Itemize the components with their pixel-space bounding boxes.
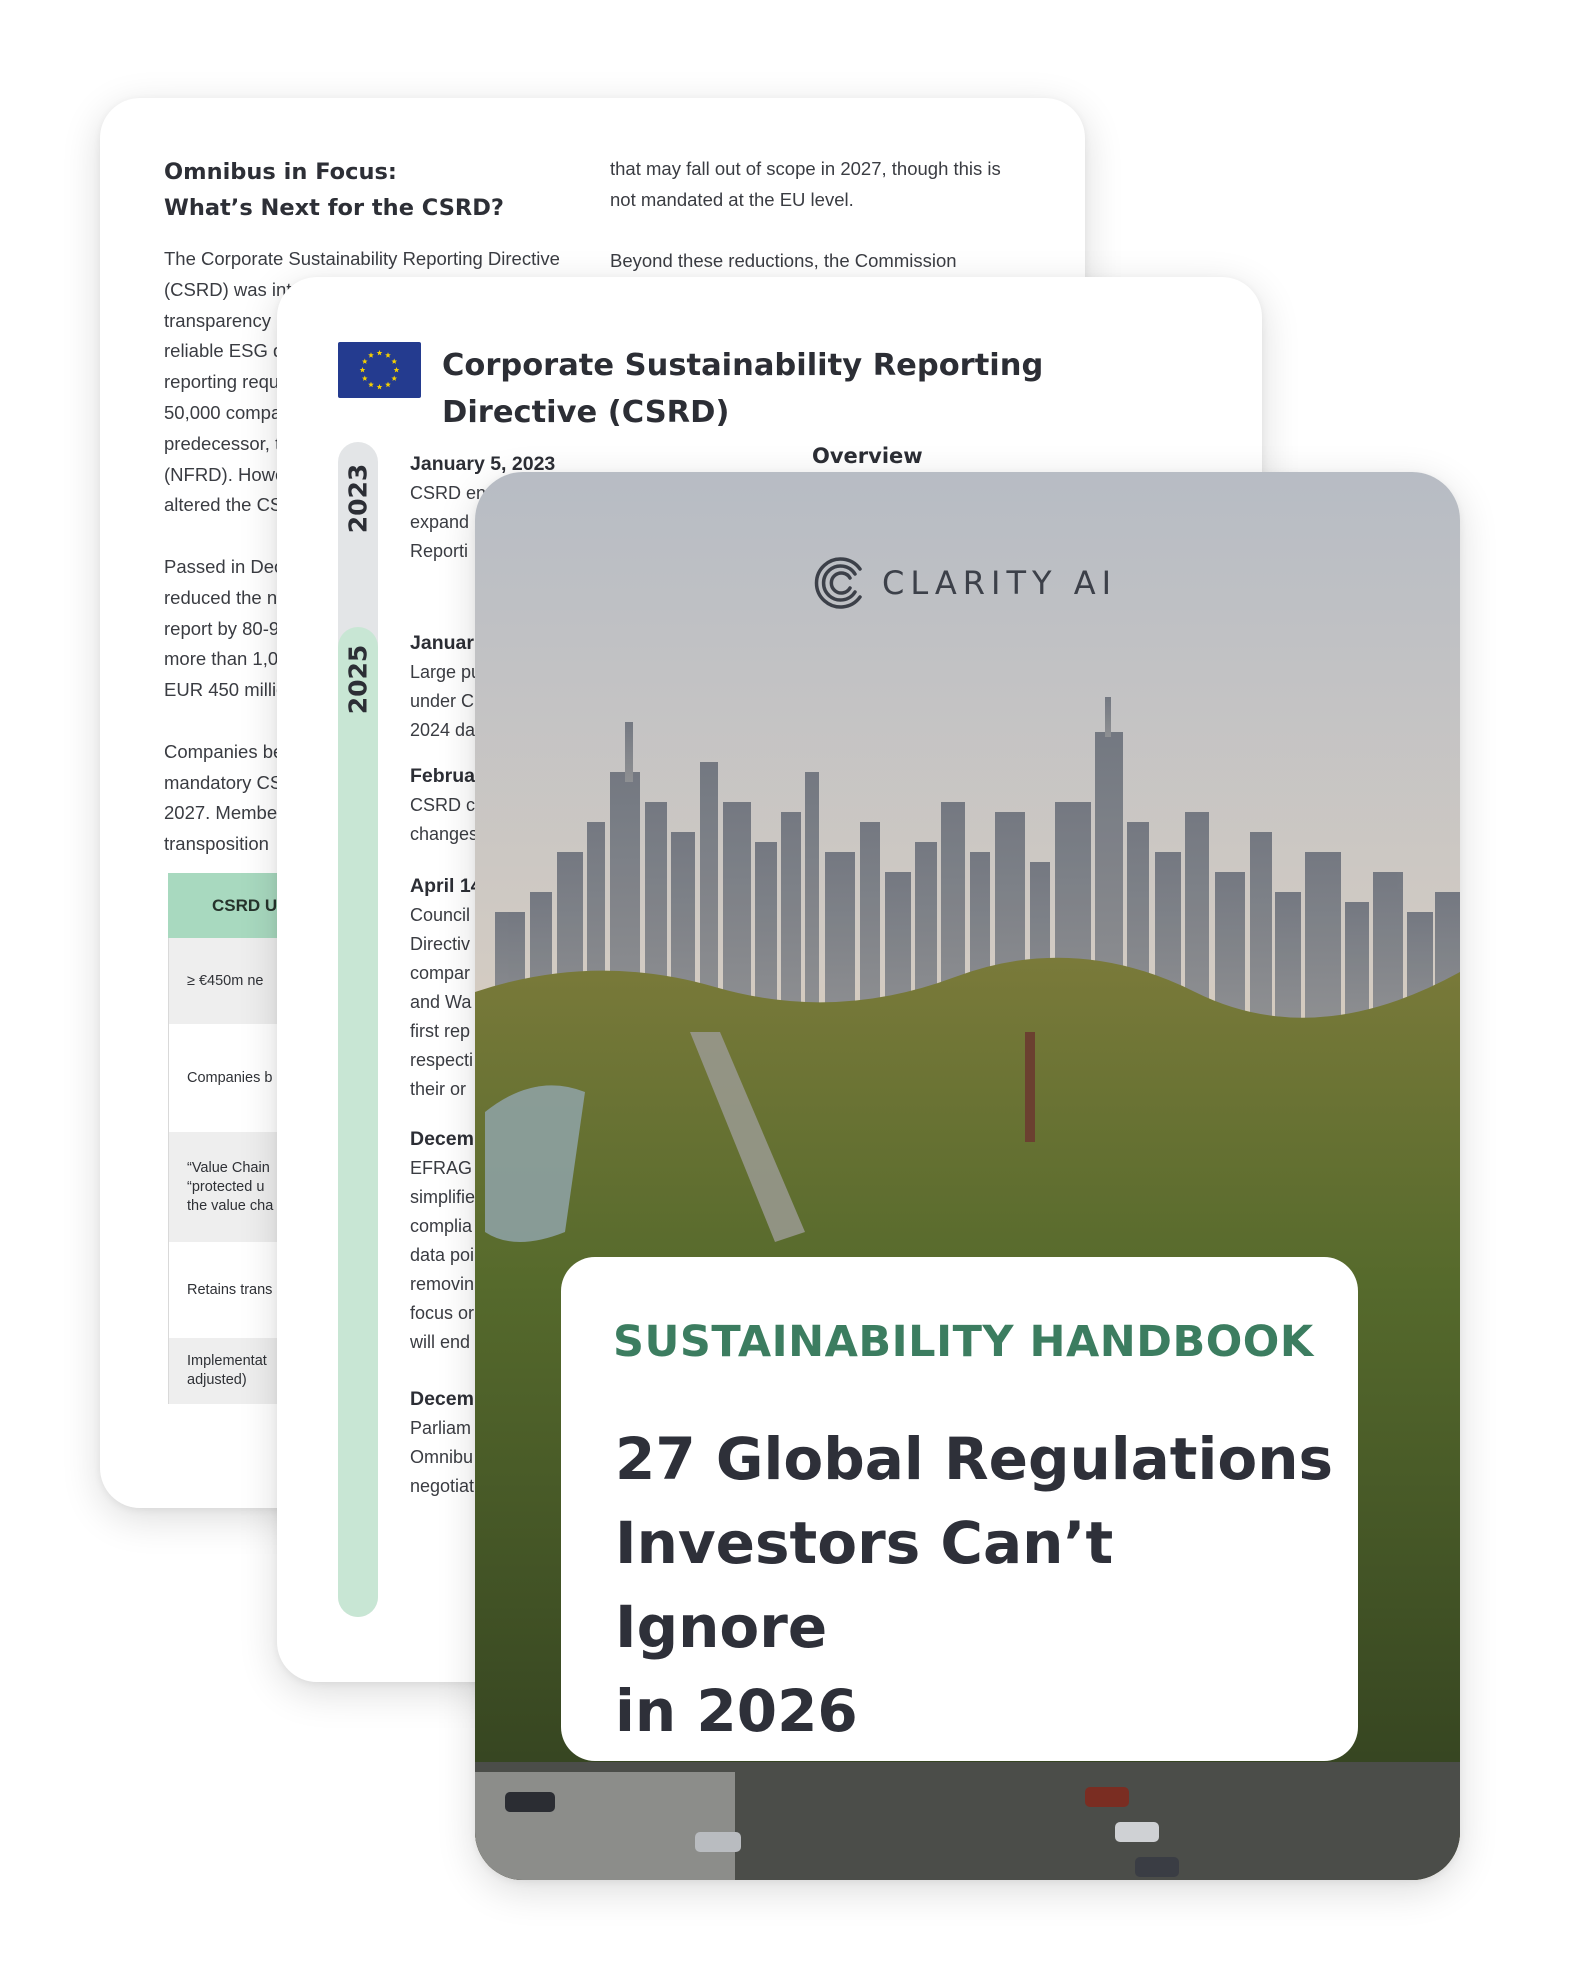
body-line: EUR 450 millic bbox=[164, 679, 286, 701]
timeline-text-line: Parliam bbox=[410, 1418, 472, 1438]
eu-star-icon bbox=[385, 381, 391, 388]
body-line: predecessor, t bbox=[164, 432, 281, 454]
timeline-text-line: Directiv bbox=[410, 934, 471, 954]
cover-title-line-1: 27 Global Regulations bbox=[615, 1425, 1334, 1493]
timeline-text-line: will end bbox=[410, 1332, 471, 1352]
table-cell-line: adjusted) bbox=[187, 1372, 247, 1388]
table-cell: “Value Chain “protected u the value cha bbox=[187, 1159, 273, 1216]
cover-title-line-2: Investors Can’t Ignore bbox=[615, 1509, 1114, 1661]
table-cell-line: “protected u bbox=[187, 1178, 265, 1195]
timeline-text-line: compar bbox=[410, 963, 471, 983]
year-label-2023: 2023 bbox=[343, 463, 373, 533]
body-line: (NFRD). Howe bbox=[164, 463, 286, 485]
body-line: 50,000 compa bbox=[164, 401, 282, 423]
body-line: transparency bbox=[164, 309, 271, 331]
timeline-text-line: removin bbox=[410, 1274, 475, 1294]
body-line: altered the CS bbox=[164, 494, 283, 516]
timeline-text-line: under C bbox=[410, 691, 475, 711]
body-paragraph: Beyond these reductions, the Commission bbox=[610, 246, 1020, 277]
timeline-text-line: focus or bbox=[410, 1303, 475, 1323]
back-title-line-2: What’s Next for the CSRD? bbox=[164, 195, 504, 221]
timeline-text-line: CSRD cc bbox=[410, 795, 485, 815]
cover-title-card: SUSTAINABILITY HANDBOOK 27 Global Regula… bbox=[561, 1257, 1358, 1761]
handbook-cover: CLARITY AI SUSTAINABILITY HANDBOOK 27 Gl… bbox=[475, 472, 1460, 1880]
timeline-text-line: first rep bbox=[410, 1021, 471, 1041]
timeline-text-line: complia bbox=[410, 1216, 473, 1236]
eu-star-icon bbox=[391, 358, 398, 364]
logo-wordmark: CLARITY AI bbox=[882, 564, 1118, 602]
year-label-2025: 2025 bbox=[343, 644, 373, 714]
body-line: more than 1,0 bbox=[164, 648, 279, 670]
table-cell: ≥ €450m ne bbox=[187, 972, 263, 991]
table-cell-line: “Value Chain bbox=[187, 1159, 270, 1176]
table-cell: Companies b bbox=[187, 1069, 272, 1088]
csrd-page-title: Corporate Sustainability Reporting Direc… bbox=[442, 348, 1044, 430]
table-cell-line: ≥ €450m ne bbox=[187, 972, 264, 989]
timeline-text-line: simplifie bbox=[410, 1187, 476, 1207]
body-line: Beyond these reductions, the Commission bbox=[610, 250, 957, 272]
body-line: mandatory CS bbox=[164, 771, 283, 793]
body-line: Passed in Dec bbox=[164, 555, 284, 577]
back-page-title: Omnibus in Focus: What’s Next for the CS… bbox=[164, 154, 504, 226]
body-line: report by 80-9 bbox=[164, 617, 280, 639]
timeline-text-line: Council bbox=[410, 905, 471, 925]
timeline-2025-segment bbox=[338, 627, 378, 1617]
body-line: reliable ESG d bbox=[164, 340, 284, 362]
timeline-text-line: Large pu bbox=[410, 662, 482, 682]
clarity-ai-logo: CLARITY AI bbox=[814, 550, 1117, 616]
timeline-text-line: Reporti bbox=[410, 541, 469, 561]
cover-title: 27 Global Regulations Investors Can’t Ig… bbox=[615, 1417, 1335, 1753]
body-line: not mandated at the EU level. bbox=[610, 188, 854, 210]
timeline-text-line: expand bbox=[410, 512, 470, 532]
cover-title-line-3: in 2026 bbox=[615, 1677, 858, 1745]
body-line: reporting requ bbox=[164, 371, 280, 393]
timeline-text-line: and Wa bbox=[410, 992, 472, 1012]
eu-star-icon bbox=[393, 367, 400, 373]
table-cell: Implementat adjusted) bbox=[187, 1352, 267, 1390]
eu-star-icon bbox=[376, 384, 383, 390]
clarity-logo-icon bbox=[814, 557, 862, 609]
table-cell-line: Implementat bbox=[187, 1353, 267, 1369]
table-cell-line: the value cha bbox=[187, 1197, 274, 1214]
body-line: (CSRD) was intr bbox=[164, 278, 298, 300]
table-cell-line: Companies b bbox=[187, 1069, 273, 1086]
body-line: that may fall out of scope in 2027, thou… bbox=[610, 158, 1001, 179]
body-line: reduced the n bbox=[164, 586, 278, 608]
timeline-text-line: negotiat bbox=[410, 1476, 475, 1496]
timeline-text-line: 2024 da bbox=[410, 720, 476, 740]
body-line: Companies be bbox=[164, 740, 284, 762]
timeline-text-line: their or bbox=[410, 1079, 467, 1099]
eu-star-icon bbox=[391, 375, 398, 381]
timeline-text-line: Omnibu bbox=[410, 1447, 474, 1467]
body-line: 2027. Membe bbox=[164, 802, 278, 824]
overview-heading: Overview bbox=[812, 444, 923, 468]
body-paragraph: that may fall out of scope in 2027, thou… bbox=[610, 154, 1020, 216]
body-line: The Corporate Sustainability Reporting D… bbox=[164, 248, 560, 269]
body-line: transposition bbox=[164, 833, 269, 855]
cover-kicker: SUSTAINABILITY HANDBOOK bbox=[613, 1317, 1314, 1367]
eu-star-icon bbox=[368, 352, 374, 358]
eu-star-icon bbox=[361, 375, 368, 381]
timeline-text-line: respecti bbox=[410, 1050, 474, 1070]
back-title-line-1: Omnibus in Focus: bbox=[164, 159, 397, 185]
eu-star-icon bbox=[361, 358, 368, 364]
eu-star-icon bbox=[368, 381, 374, 388]
eu-star-icon bbox=[376, 350, 383, 356]
table-cell: Retains trans bbox=[187, 1281, 272, 1300]
timeline-text-line: data poi bbox=[410, 1245, 475, 1265]
table-cell-line: Retains trans bbox=[187, 1281, 273, 1298]
timeline-text-line: changes bbox=[410, 824, 479, 844]
eu-star-icon bbox=[359, 367, 366, 373]
eu-flag-icon bbox=[338, 342, 421, 398]
eu-star-icon bbox=[385, 352, 391, 358]
